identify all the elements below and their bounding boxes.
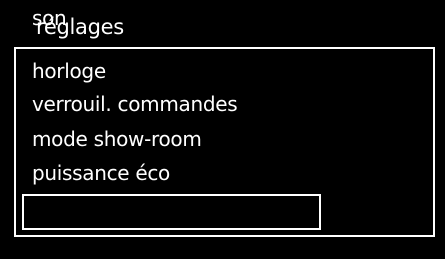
menu-item-horloge[interactable]: horloge: [32, 56, 106, 86]
menu-item-son[interactable]: son: [22, 0, 321, 36]
menu-item-puissance-eco[interactable]: puissance éco: [32, 158, 170, 188]
menu-item-verrouil-commandes[interactable]: verrouil. commandes: [32, 89, 238, 119]
menu-item-mode-show-room[interactable]: mode show-room: [32, 124, 202, 154]
selection-highlight: [22, 194, 321, 230]
